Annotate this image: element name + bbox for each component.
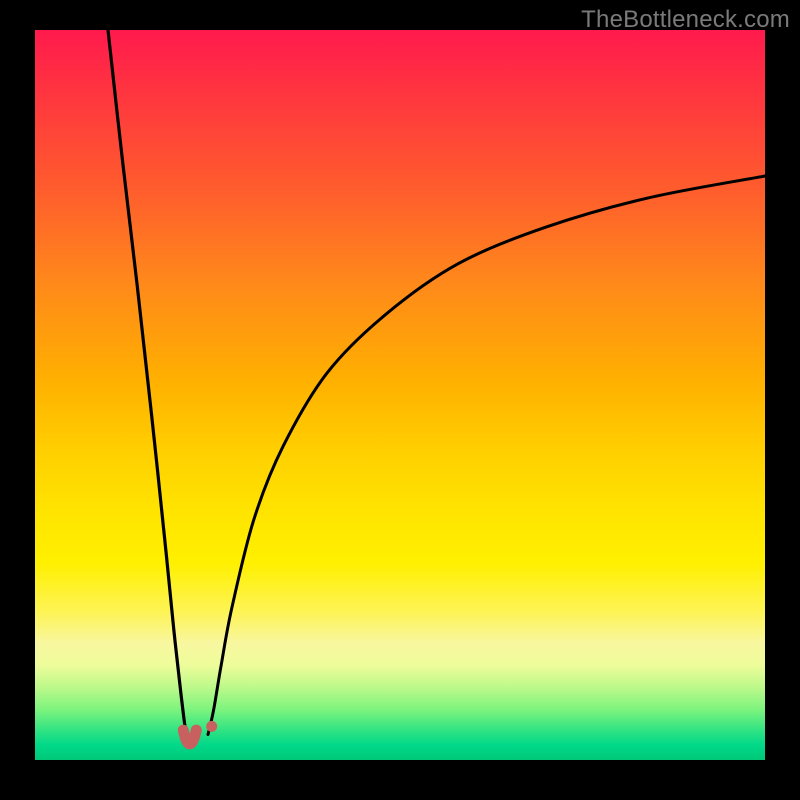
valley-accent-left: [183, 730, 196, 744]
left-curve: [108, 30, 192, 742]
right-curve: [208, 176, 765, 735]
valley-accent-right-dot: [206, 721, 217, 732]
plot-area: [35, 30, 765, 760]
bottleneck-curve-svg: [35, 30, 765, 760]
